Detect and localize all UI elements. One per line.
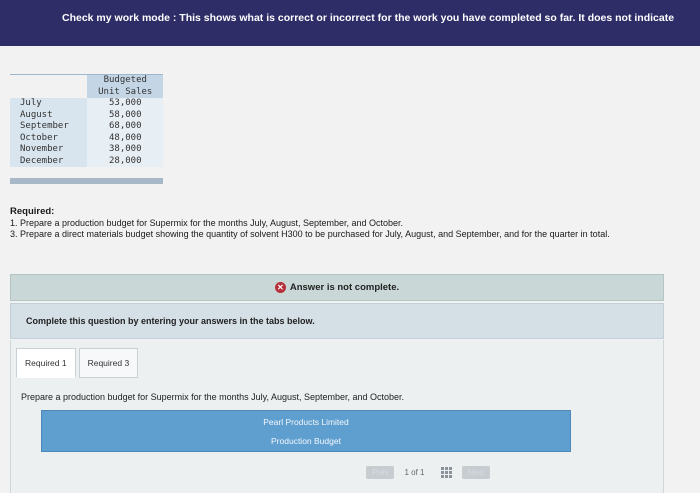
value-cell: 28,000 xyxy=(87,155,163,167)
instruction-bar: Complete this question by entering your … xyxy=(10,303,664,339)
table-row: August 58,000 xyxy=(10,109,163,121)
month-cell: July xyxy=(10,98,88,110)
value-cell: 68,000 xyxy=(87,121,163,133)
value-cell: 48,000 xyxy=(87,132,163,144)
required-heading: Required: xyxy=(10,206,55,217)
required-section: Required: 1. Prepare a production budget… xyxy=(10,206,695,241)
table-row: September 68,000 xyxy=(10,121,163,133)
check-my-work-banner: Check my work mode : This shows what is … xyxy=(0,0,700,46)
required-item-3: 3. Prepare a direct materials budget sho… xyxy=(10,229,610,239)
answer-status-text: Answer is not complete. xyxy=(289,282,400,293)
next-button[interactable]: Next xyxy=(461,466,490,479)
required-item-1: 1. Prepare a production budget for Super… xyxy=(10,217,404,228)
tab-required-1[interactable]: Required 1 xyxy=(16,348,76,378)
month-cell: November xyxy=(10,144,88,156)
table-footer-bar xyxy=(10,178,163,184)
production-budget-header: Pearl Products Limited Production Budget xyxy=(41,410,571,452)
answer-status-bar: ✕ Answer is not complete. xyxy=(10,274,664,301)
month-cell: August xyxy=(10,109,88,121)
pagination: Prev 1 of 1 Next xyxy=(366,466,490,479)
current-page: 1 xyxy=(404,468,409,477)
month-cell: October xyxy=(10,132,88,144)
tab-required-3[interactable]: Required 3 xyxy=(78,348,139,378)
table-row: November 38,000 xyxy=(10,144,163,156)
total-pages: 1 xyxy=(420,468,425,477)
table-corner xyxy=(10,74,88,87)
prev-button[interactable]: Prev xyxy=(366,466,395,479)
month-cell: December xyxy=(10,155,88,167)
table-row: October 48,000 xyxy=(10,132,163,144)
unit-sales-table: Budgeted Unit Sales July 53,000 August 5… xyxy=(10,74,163,167)
tab-description: Prepare a production budget for Supermix… xyxy=(21,392,405,402)
of-label: of xyxy=(411,468,418,477)
value-cell: 38,000 xyxy=(87,144,163,156)
error-x-icon: ✕ xyxy=(274,282,286,293)
instruction-text: Complete this question by entering your … xyxy=(26,316,315,326)
table-row: July 53,000 xyxy=(10,98,163,110)
page-indicator: 1 of 1 xyxy=(404,468,424,477)
column-header-budgeted: Budgeted xyxy=(87,74,163,87)
budget-title: Production Budget xyxy=(271,436,341,446)
value-cell: 53,000 xyxy=(87,98,163,110)
tab-panel: Required 1 Required 3 Prepare a producti… xyxy=(10,340,664,493)
company-name: Pearl Products Limited xyxy=(263,417,349,427)
month-cell: September xyxy=(10,121,88,133)
tab-strip: Required 1 Required 3 xyxy=(16,348,141,378)
value-cell: 58,000 xyxy=(87,109,163,121)
column-header-unit-sales: Unit Sales xyxy=(87,86,163,98)
banner-text: Check my work mode : This shows what is … xyxy=(62,12,675,24)
grid-icon[interactable] xyxy=(440,467,452,478)
table-row: December 28,000 xyxy=(10,155,163,167)
